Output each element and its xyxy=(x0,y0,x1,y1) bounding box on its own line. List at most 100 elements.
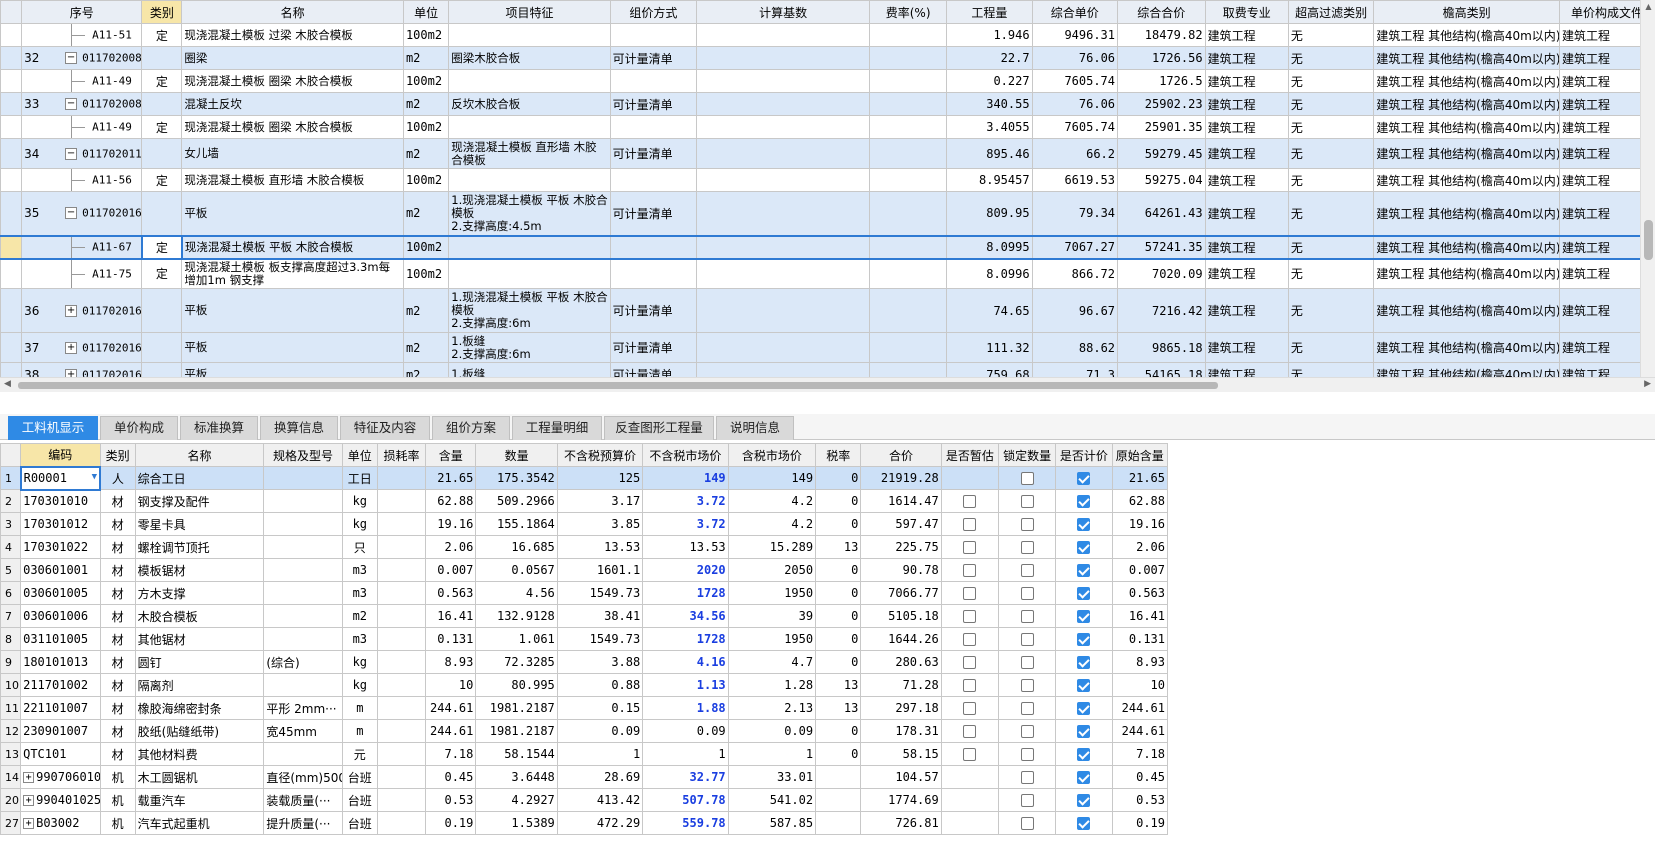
mat-col-header-qty[interactable]: 数量 xyxy=(475,443,558,467)
content-cell[interactable]: 0.563 xyxy=(425,581,477,605)
loss-rate-cell[interactable] xyxy=(376,719,427,743)
estimate-checkbox[interactable] xyxy=(963,610,977,623)
material-qty-cell[interactable]: 132.9128 xyxy=(475,604,558,628)
total-price-cell[interactable]: 25902.23 xyxy=(1117,92,1206,116)
rate-cell[interactable] xyxy=(869,288,948,333)
material-grid[interactable]: 编码 类别 名称 规格及型号 单位 损耗率 含量 数量 不含税预算价 不含税市场… xyxy=(0,443,1169,835)
material-qty-cell[interactable]: 58.1544 xyxy=(475,742,558,766)
method-cell[interactable]: 可计量清单 xyxy=(609,191,698,236)
filter-category-cell[interactable]: 无 xyxy=(1287,191,1375,236)
budget-price-cell[interactable]: 28.69 xyxy=(556,765,644,789)
budget-price-cell[interactable]: 0.09 xyxy=(556,719,644,743)
content-cell[interactable]: 62.88 xyxy=(425,489,477,513)
seq-cell[interactable]: 34 −011702011001 xyxy=(21,138,143,169)
mat-col-header-estimate[interactable]: 是否暂估 xyxy=(940,443,1000,467)
material-code-cell[interactable]: 221101007 xyxy=(20,696,101,720)
material-code-cell[interactable]: +990706010 xyxy=(20,765,101,789)
tax-market-price-cell[interactable]: 4.2 xyxy=(727,489,817,513)
priced-checkbox[interactable] xyxy=(1077,610,1091,623)
eave-category-cell[interactable]: 建筑工程 其他结构(檐高40m以内) xyxy=(1373,168,1560,192)
material-total-cell[interactable]: 71.28 xyxy=(860,673,942,697)
mat-col-header-type[interactable]: 类别 xyxy=(99,443,136,467)
filter-category-cell[interactable]: 无 xyxy=(1287,258,1375,289)
fee-category-cell[interactable]: 建筑工程 xyxy=(1204,234,1289,260)
eave-category-cell[interactable]: 建筑工程 其他结构(檐高40m以内) xyxy=(1373,332,1560,363)
row-number[interactable]: 1 xyxy=(0,466,22,490)
feature-cell[interactable] xyxy=(448,23,611,47)
unit-price-cell[interactable]: 79.34 xyxy=(1031,191,1119,236)
estimate-checkbox[interactable] xyxy=(963,748,977,761)
quantity-cell[interactable]: 340.55 xyxy=(946,92,1033,116)
loss-rate-cell[interactable] xyxy=(376,742,427,766)
price-file-cell[interactable]: 建筑工程 xyxy=(1558,23,1640,47)
eave-category-cell[interactable]: 建筑工程 其他结构(檐高40m以内) xyxy=(1373,288,1560,333)
content-cell[interactable]: 0.19 xyxy=(425,811,477,835)
unit-cell[interactable]: 100m2 xyxy=(402,115,450,139)
row-number[interactable]: 8 xyxy=(0,627,22,651)
rate-cell[interactable] xyxy=(869,191,948,236)
base-cell[interactable] xyxy=(696,168,871,192)
price-file-cell[interactable]: 建筑工程 xyxy=(1558,332,1640,363)
tax-rate-cell[interactable]: 0 xyxy=(815,581,862,605)
name-cell[interactable]: 平板 xyxy=(181,191,404,236)
tax-market-price-cell[interactable]: 1950 xyxy=(727,627,817,651)
price-file-cell[interactable]: 建筑工程 xyxy=(1558,234,1640,260)
feature-cell[interactable]: 1.现浇混凝土模板 平板 木胶合模板 2.支撑高度:4.5m xyxy=(448,191,611,236)
estimate-checkbox[interactable] xyxy=(963,587,977,600)
unit-cell[interactable]: m2 xyxy=(402,191,450,236)
quantity-cell[interactable]: 0.227 xyxy=(946,69,1033,93)
mat-col-header-loss[interactable]: 损耗率 xyxy=(376,443,427,467)
col-header-unit[interactable]: 单位 xyxy=(402,0,450,24)
eave-category-cell[interactable]: 建筑工程 其他结构(檐高40m以内) xyxy=(1373,69,1560,93)
material-type-cell[interactable]: 材 xyxy=(99,696,136,720)
material-row[interactable]: 8 031101005 材其他锯材 m3 0.131 1.061 1549.73 1728 19… xyxy=(0,627,1169,651)
quota-row[interactable]: A11-75 定现浇混凝土模板 板支撑高度超过3.3m每增加1m 钢支撑 100m2… xyxy=(0,258,1640,289)
type-cell[interactable]: 定 xyxy=(141,69,183,93)
bill-row[interactable]: 34 −011702011001 女儿墙m2现浇混凝土模板 直形墙 木胶合模板可计量… xyxy=(0,138,1640,169)
unit-cell[interactable]: 100m2 xyxy=(402,234,450,260)
quota-row[interactable]: A11-56 定现浇混凝土模板 直形墙 木胶合模板 100m2 8.95457 6619… xyxy=(0,168,1640,192)
material-qty-cell[interactable]: 509.2966 xyxy=(475,489,558,513)
material-code-cell[interactable]: 180101013 xyxy=(20,650,101,674)
type-cell[interactable]: 定 xyxy=(140,234,183,260)
tax-rate-cell[interactable]: 0 xyxy=(815,489,862,513)
content-cell[interactable]: 2.06 xyxy=(425,535,477,559)
material-qty-cell[interactable]: 1981.2187 xyxy=(475,696,558,720)
spec-cell[interactable]: (综合) xyxy=(263,650,343,674)
quantity-cell[interactable]: 8.0995 xyxy=(946,234,1033,260)
quantity-cell[interactable]: 74.65 xyxy=(946,288,1033,333)
row-number[interactable]: 27 xyxy=(0,811,22,835)
budget-price-cell[interactable]: 0.88 xyxy=(556,673,644,697)
unit-price-cell[interactable]: 76.06 xyxy=(1031,46,1119,70)
type-cell[interactable] xyxy=(141,138,183,169)
fee-category-cell[interactable]: 建筑工程 xyxy=(1204,69,1289,93)
material-code-cell[interactable]: 230901007 xyxy=(20,719,101,743)
method-cell[interactable] xyxy=(609,258,698,289)
priced-checkbox[interactable] xyxy=(1077,633,1091,646)
filter-category-cell[interactable]: 无 xyxy=(1287,46,1375,70)
method-cell[interactable]: 可计量清单 xyxy=(609,332,698,363)
material-unit-cell[interactable]: m xyxy=(341,719,378,743)
mat-col-header-priced[interactable]: 是否计价 xyxy=(1055,443,1113,467)
type-cell[interactable] xyxy=(141,46,183,70)
method-cell[interactable]: 可计量清单 xyxy=(609,138,698,169)
material-qty-cell[interactable]: 0.0567 xyxy=(475,558,558,582)
content-cell[interactable]: 8.93 xyxy=(425,650,477,674)
seq-cell[interactable]: A11-49 xyxy=(21,115,143,139)
material-code-cell[interactable]: 030601006 xyxy=(20,604,101,628)
priced-checkbox[interactable] xyxy=(1077,771,1091,784)
lock-qty-checkbox[interactable] xyxy=(1020,587,1034,600)
original-content-cell[interactable]: 19.16 xyxy=(1111,512,1169,536)
material-total-cell[interactable]: 1774.69 xyxy=(860,788,942,812)
type-cell[interactable]: 定 xyxy=(141,168,183,192)
original-content-cell[interactable]: 62.88 xyxy=(1111,489,1169,513)
tax-market-price-cell[interactable]: 587.85 xyxy=(727,811,817,835)
row-number[interactable]: 10 xyxy=(0,673,22,697)
mat-col-header-budget[interactable]: 不含税预算价 xyxy=(556,443,644,467)
base-cell[interactable] xyxy=(696,288,871,333)
budget-price-cell[interactable]: 38.41 xyxy=(556,604,644,628)
material-code-cell[interactable]: QTC101 xyxy=(20,742,101,766)
quantity-cell[interactable]: 809.95 xyxy=(946,191,1033,236)
material-unit-cell[interactable]: m xyxy=(341,696,378,720)
price-file-cell[interactable]: 建筑工程 xyxy=(1558,92,1640,116)
